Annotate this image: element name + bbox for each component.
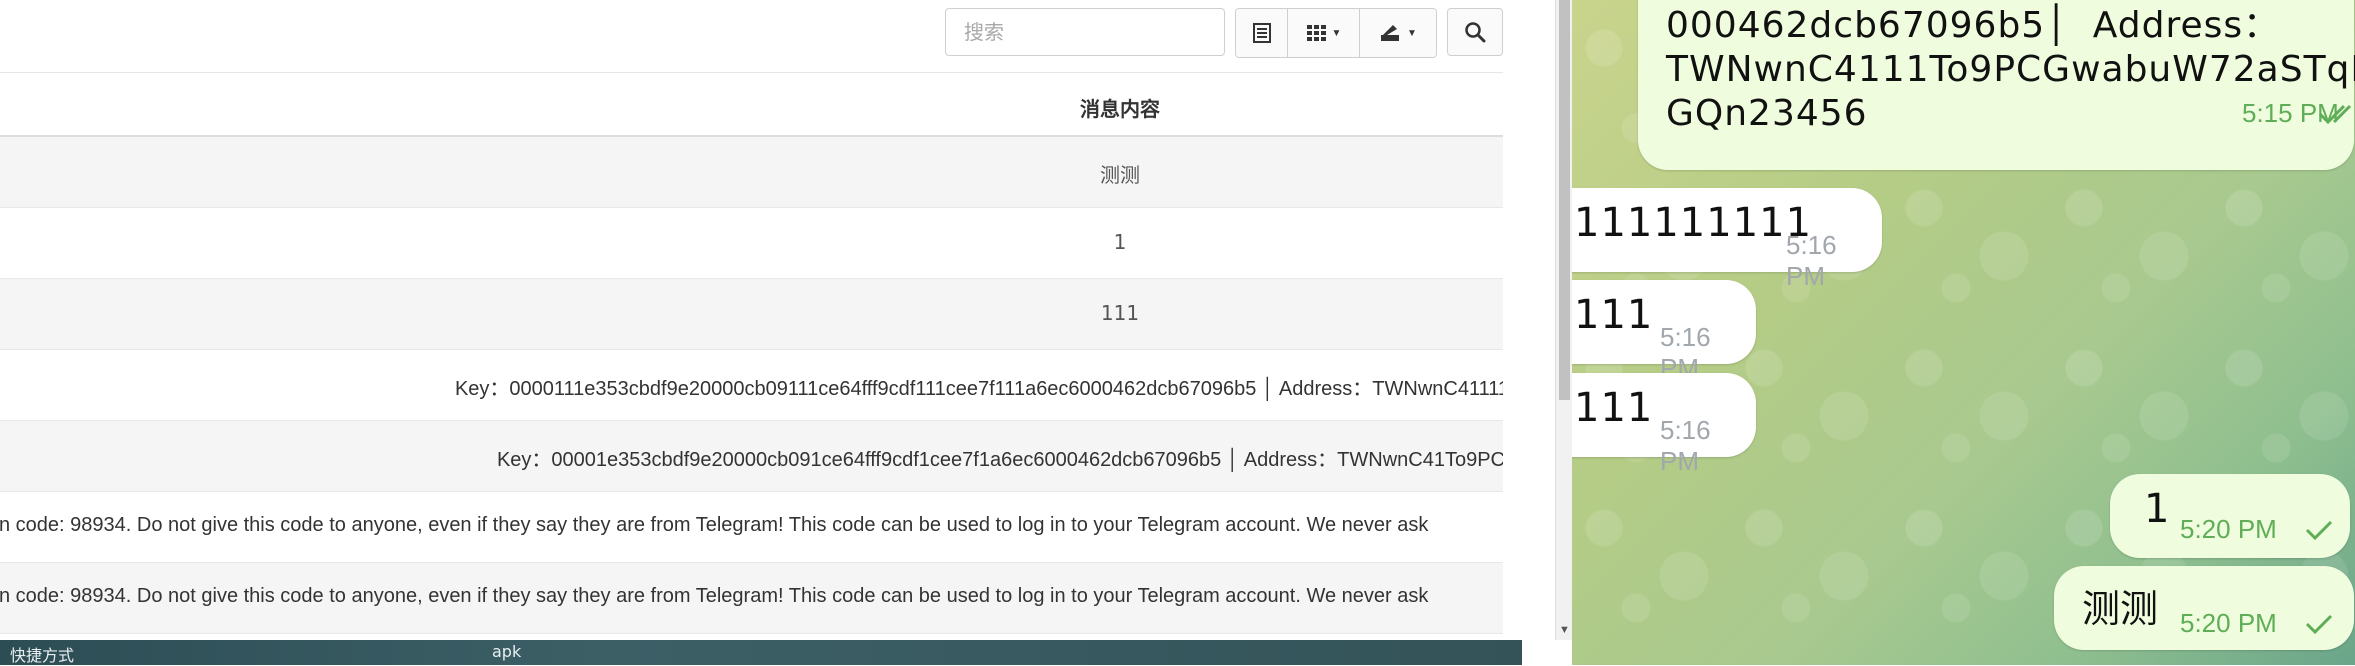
message-text: 测测 [2082,587,2159,631]
message-cell: 1 [1113,230,1127,254]
taskbar-item-apk[interactable]: apk [492,642,521,661]
table-row[interactable]: Key：00001e353cbdf9e20000cb091ce64fff9cdf… [0,421,1503,492]
telegram-chat-panel: 911fce64fff9cdf111cee7f111a6ec6 000462dc… [1572,0,2355,665]
vertical-scrollbar[interactable]: ▼ [1555,0,1572,640]
message-cell: n code: 98934. Do not give this code to … [0,585,1429,607]
message-cell: 111 [1100,301,1140,325]
view-button-group: ▼ ▼ [1235,8,1437,58]
message-bubble-outgoing[interactable]: 911fce64fff9cdf111cee7f111a6ec6 000462dc… [1638,0,2355,170]
message-bubble-outgoing[interactable]: 1 5:20 PM [2110,474,2350,558]
scroll-down-arrow-icon[interactable]: ▼ [1559,624,1570,636]
browser-table-panel: ▼ ▼ 消息内容 测测 1 111 [0,0,1572,640]
chevron-down-icon: ▼ [1407,27,1417,39]
message-text: 1 [2144,486,2170,532]
column-header-content[interactable]: 消息内容 [1020,93,1220,122]
table-row[interactable]: 1 [0,208,1503,279]
table-row[interactable]: 111 [0,279,1503,350]
export-icon [1381,25,1400,41]
list-view-button[interactable] [1236,9,1288,57]
message-cell: Key：00001e353cbdf9e20000cb091ce64fff9cdf… [496,449,1503,471]
scrollbar-thumb[interactable] [1559,0,1570,400]
search-input[interactable] [945,8,1225,56]
message-text: 111 [1574,385,1654,431]
table-row[interactable]: 测测 [0,137,1503,208]
taskbar-item-shortcut[interactable]: 快捷方式 [10,642,74,666]
chevron-down-icon: ▼ [1331,27,1342,39]
message-bubble-incoming[interactable]: 111 5:16 PM [1572,280,1756,383]
table-row[interactable]: Key：0000111e353cbdf9e20000cb09111ce64fff… [0,350,1503,421]
export-button[interactable]: ▼ [1360,9,1436,57]
message-time: 5:16 PM [1660,415,1711,476]
search-icon [1465,22,1486,43]
messages-table: 消息内容 测测 1 111 Key：0000111e353cbdf9e20000… [0,72,1503,634]
taskbar: 快捷方式 apk [0,640,1522,665]
table-header: 消息内容 [0,73,1503,137]
table-row[interactable]: n code: 98934. Do not give this code to … [0,492,1503,563]
columns-button[interactable]: ▼ [1288,9,1360,57]
message-text: 111111111 [1574,200,1813,246]
message-cell: n code: 98934. Do not give this code to … [0,514,1429,536]
check-icon [2305,520,2333,541]
message-time: 5:16 PM [1786,230,1837,291]
message-cell: Key：0000111e353cbdf9e20000cb09111ce64fff… [454,378,1503,400]
message-time: 5:20 PM [2180,608,2277,638]
search-button[interactable] [1447,8,1503,56]
columns-icon [1306,25,1326,41]
message-text: 111 [1574,292,1654,338]
message-bubble-outgoing[interactable]: 测测 5:20 PM [2054,566,2354,650]
message-bubble-incoming[interactable]: 111111111 5:16 PM [1572,188,1882,291]
double-check-icon [2318,104,2352,125]
list-view-icon [1252,23,1271,43]
message-cell: 测测 [1100,163,1140,187]
table-row[interactable]: n code: 98934. Do not give this code to … [0,563,1503,634]
check-icon [2305,614,2333,635]
message-time: 5:20 PM [2180,514,2277,544]
message-bubble-incoming[interactable]: 111 5:16 PM [1572,373,1756,476]
